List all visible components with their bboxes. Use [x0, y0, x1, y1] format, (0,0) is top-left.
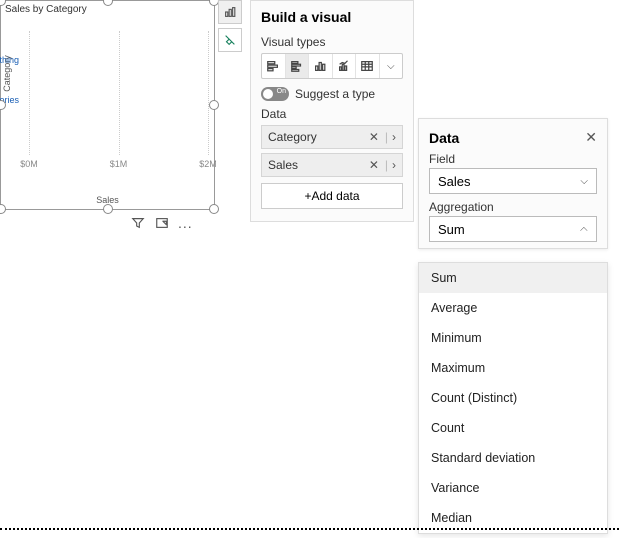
visual-type-selector: ⌵: [261, 53, 403, 79]
aggregation-option[interactable]: Variance: [419, 473, 607, 503]
aggregation-label: Aggregation: [429, 200, 597, 214]
more-options-icon[interactable]: ...: [178, 215, 193, 231]
chart-plot-area: $0M $1M $2M Clothing Accessories: [29, 31, 208, 179]
format-visual-tab[interactable]: [218, 28, 242, 52]
page-boundary: [0, 528, 619, 530]
field-menu-icon[interactable]: ›: [390, 130, 396, 144]
expand-visual-types[interactable]: ⌵: [380, 54, 403, 78]
resize-handle[interactable]: [209, 100, 219, 110]
suggest-label: Suggest a type: [295, 87, 375, 101]
aggregation-option[interactable]: Count: [419, 413, 607, 443]
table-icon[interactable]: [356, 54, 380, 78]
resize-handle[interactable]: [103, 204, 113, 214]
popout-title: Data: [429, 130, 459, 146]
stacked-bar-icon[interactable]: [262, 54, 286, 78]
field-menu-icon[interactable]: ›: [390, 158, 396, 172]
pill-name: Sales: [268, 158, 365, 172]
aggregation-option[interactable]: Maximum: [419, 353, 607, 383]
add-data-button[interactable]: +Add data: [261, 183, 403, 209]
chart-visual[interactable]: Sales by Category Category $0M $1M $2M C…: [0, 0, 215, 210]
visual-types-label: Visual types: [261, 35, 403, 49]
panel-title: Build a visual: [261, 9, 403, 25]
data-section-label: Data: [261, 107, 403, 121]
remove-field-icon[interactable]: ✕: [365, 130, 383, 144]
aggregation-option[interactable]: Minimum: [419, 323, 607, 353]
bar-label: Clothing: [0, 55, 19, 65]
line-column-icon[interactable]: [333, 54, 357, 78]
column-chart-icon[interactable]: [309, 54, 333, 78]
data-field-pill[interactable]: Category ✕ | ›: [261, 125, 403, 149]
x-tick: $1M: [110, 159, 128, 169]
resize-handle[interactable]: [209, 204, 219, 214]
build-visual-panel: Build a visual Visual types ⌵ On Suggest…: [250, 0, 414, 222]
aggregation-option[interactable]: Standard deviation: [419, 443, 607, 473]
x-tick: $2M: [199, 159, 217, 169]
data-popout-panel: Data ✕ Field Sales ⌵ Aggregation Sum ⌵: [418, 118, 608, 249]
chevron-down-icon: ⌵: [580, 176, 588, 187]
aggregation-dropdown[interactable]: Sum ⌵: [429, 216, 597, 242]
aggregation-option[interactable]: Count (Distinct): [419, 383, 607, 413]
aggregation-value: Sum: [438, 222, 465, 237]
aggregation-option[interactable]: Sum: [419, 263, 607, 293]
aggregation-option-list: Sum Average Minimum Maximum Count (Disti…: [418, 262, 608, 534]
aggregation-option[interactable]: Average: [419, 293, 607, 323]
chevron-up-icon: ⌵: [580, 224, 588, 235]
x-tick: $0M: [20, 159, 38, 169]
field-label: Field: [429, 152, 597, 166]
pill-name: Category: [268, 130, 365, 144]
suggest-toggle[interactable]: On: [261, 87, 289, 101]
field-dropdown[interactable]: Sales ⌵: [429, 168, 597, 194]
field-value: Sales: [438, 174, 471, 189]
filter-icon[interactable]: [130, 215, 146, 231]
close-icon[interactable]: ✕: [585, 129, 597, 146]
visual-action-bar: ...: [130, 215, 193, 231]
data-field-pill[interactable]: Sales ✕ | ›: [261, 153, 403, 177]
focus-mode-icon[interactable]: [154, 215, 170, 231]
resize-handle[interactable]: [0, 100, 6, 110]
resize-handle[interactable]: [0, 204, 6, 214]
build-visual-tab[interactable]: [218, 0, 242, 24]
clustered-bar-icon[interactable]: [286, 54, 310, 78]
remove-field-icon[interactable]: ✕: [365, 158, 383, 172]
